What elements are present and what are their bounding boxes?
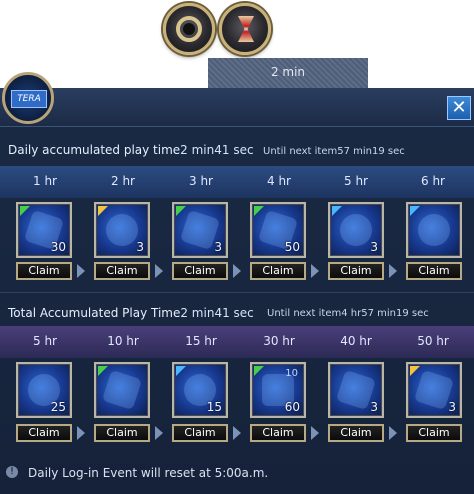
total-elapsed: 2 min41 sec — [180, 306, 254, 320]
total-claim-button-5[interactable]: Claim — [328, 424, 384, 442]
rarity-corner — [98, 206, 108, 216]
close-button[interactable]: ✕ — [447, 96, 471, 120]
item-quantity: 3 — [136, 240, 144, 254]
chevron-right-icon — [77, 264, 85, 278]
hourglass-glyph — [238, 16, 254, 42]
rarity-corner — [98, 366, 108, 376]
crystal-pile-icon — [106, 214, 138, 246]
daily-title: Daily accumulated play time2 min41 sec — [8, 143, 254, 157]
daily-claim-button-2[interactable]: Claim — [94, 262, 150, 280]
total-reward-item-2[interactable] — [94, 362, 150, 418]
total-reward-item-4[interactable]: 10 60 — [250, 362, 306, 418]
chevron-right-icon — [155, 426, 163, 440]
orb-icon — [418, 214, 450, 246]
chevron-right-icon — [311, 264, 319, 278]
total-title-text: Total Accumulated Play Time — [8, 306, 181, 320]
total-reward-item-3[interactable]: 15 — [172, 362, 228, 418]
play-timer-bar: 2 min — [208, 58, 368, 88]
chevron-right-icon — [233, 426, 241, 440]
daily-reward-item-6[interactable] — [406, 202, 462, 258]
total-hour-6: 50 hr — [417, 334, 449, 348]
chevron-right-icon — [77, 426, 85, 440]
total-claim-button-1[interactable]: Claim — [16, 424, 72, 442]
item-level-badge: 10 — [285, 368, 298, 379]
item-quantity: 3 — [370, 240, 378, 254]
total-hour-4: 30 hr — [263, 334, 295, 348]
total-claim-button-2[interactable]: Claim — [94, 424, 150, 442]
total-claim-button-3[interactable]: Claim — [172, 424, 228, 442]
tera-logo-icon: TERA — [2, 72, 54, 124]
total-hour-5: 40 hr — [340, 334, 372, 348]
section-divider — [0, 292, 474, 293]
item-quantity: 30 — [50, 240, 66, 254]
daily-claim-button-6[interactable]: Claim — [406, 262, 462, 280]
daily-until-next: Until next item57 min19 sec — [263, 146, 405, 157]
rarity-corner — [332, 206, 342, 216]
total-hour-3: 15 hr — [185, 334, 217, 348]
daily-reward-item-3[interactable]: 3 — [172, 202, 228, 258]
item-quantity: 25 — [50, 400, 66, 414]
total-hours-row: 5 hr 10 hr 15 hr 30 hr 40 hr 50 hr — [0, 326, 474, 358]
total-title: Total Accumulated Play Time2 min41 sec — [8, 306, 254, 320]
daily-hours-row: 1 hr 2 hr 3 hr 4 hr 5 hr 6 hr — [0, 166, 474, 198]
daily-hour-2: 2 hr — [111, 174, 135, 188]
daily-reward-item-2[interactable]: 3 — [94, 202, 150, 258]
daily-claim-button-5[interactable]: Claim — [328, 262, 384, 280]
chevron-right-icon — [389, 264, 397, 278]
item-quantity: 60 — [284, 400, 300, 414]
daily-hour-1: 1 hr — [33, 174, 57, 188]
reset-notice: Daily Log-in Event will reset at 5:00a.m… — [28, 466, 269, 480]
footer: ! Daily Log-in Event will reset at 5:00a… — [0, 458, 474, 488]
panel-header — [0, 88, 474, 127]
daily-claim-button-4[interactable]: Claim — [250, 262, 306, 280]
dish-icon — [340, 214, 372, 246]
item-quantity: 15 — [206, 400, 222, 414]
daily-reward-item-5[interactable]: 3 — [328, 202, 384, 258]
rarity-corner — [176, 206, 186, 216]
rarity-corner — [254, 366, 264, 376]
daily-hour-6: 6 hr — [421, 174, 445, 188]
hourglass-icon[interactable] — [219, 3, 271, 55]
total-hour-2: 10 hr — [107, 334, 139, 348]
daily-title-text: Daily accumulated play time — [8, 143, 181, 157]
daily-elapsed: 2 min41 sec — [180, 143, 254, 157]
daily-hour-4: 4 hr — [267, 174, 291, 188]
daily-hour-5: 5 hr — [344, 174, 368, 188]
total-claim-button-4[interactable]: Claim — [250, 424, 306, 442]
rarity-corner — [254, 206, 264, 216]
info-icon: ! — [6, 466, 18, 478]
daily-reward-item-4[interactable]: 50 — [250, 202, 306, 258]
rarity-corner — [20, 206, 30, 216]
chevron-right-icon — [389, 426, 397, 440]
total-reward-item-1[interactable]: 25 — [16, 362, 72, 418]
rarity-corner — [410, 366, 420, 376]
total-hour-1: 5 hr — [33, 334, 57, 348]
item-quantity: 3 — [448, 400, 456, 414]
total-until-next: Until next item4 hr57 min19 sec — [267, 308, 429, 319]
total-reward-item-6[interactable]: 3 — [406, 362, 462, 418]
item-quantity: 3 — [214, 240, 222, 254]
daily-hour-3: 3 hr — [189, 174, 213, 188]
rarity-corner — [410, 206, 420, 216]
chevron-right-icon — [311, 426, 319, 440]
target-core — [183, 23, 195, 35]
daily-reward-item-1[interactable]: 30 — [16, 202, 72, 258]
chevron-right-icon — [233, 264, 241, 278]
daily-claim-button-1[interactable]: Claim — [16, 262, 72, 280]
total-claim-button-6[interactable]: Claim — [406, 424, 462, 442]
item-quantity: 50 — [284, 240, 300, 254]
daily-claim-button-3[interactable]: Claim — [172, 262, 228, 280]
total-reward-item-5[interactable]: 3 — [328, 362, 384, 418]
item-quantity: 3 — [370, 400, 378, 414]
logo-text: TERA — [11, 90, 47, 108]
rarity-corner — [176, 366, 186, 376]
target-icon[interactable] — [163, 3, 215, 55]
chevron-right-icon — [155, 264, 163, 278]
play-timer-text: 2 min — [270, 65, 306, 79]
